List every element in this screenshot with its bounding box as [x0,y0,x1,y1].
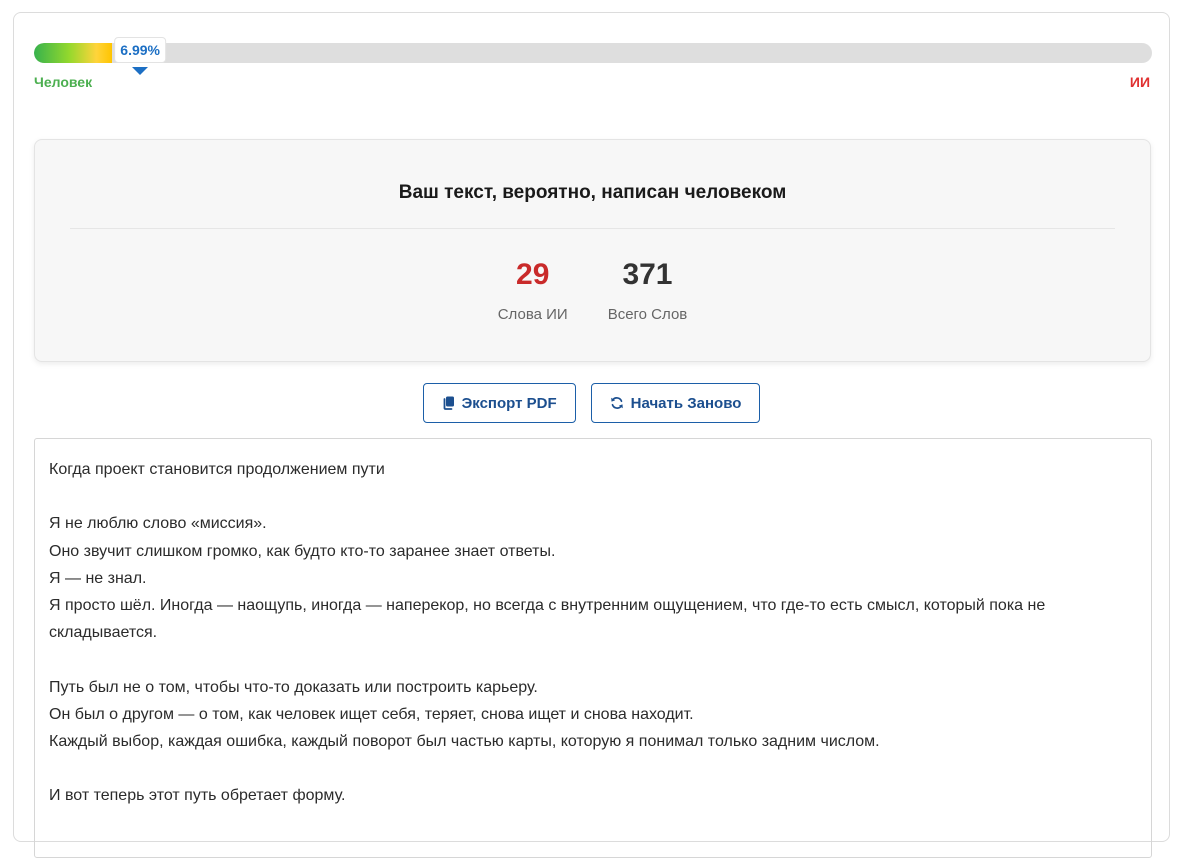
stat-total-words: 371 Всего Слов [608,256,688,323]
text-line: Путь был не о том, чтобы что-то доказать… [49,678,538,696]
result-panel: 6.99% Человек ИИ Ваш текст, вероятно, на… [13,12,1170,858]
action-buttons: Экспорт PDF Начать Заново [14,383,1169,423]
meter-percent-badge: 6.99% [114,37,166,63]
text-blank-line [49,755,1137,782]
stats-row: 29 Слова ИИ 371 Всего Слов [35,256,1150,323]
restart-label: Начать Заново [630,394,742,412]
export-pdf-label: Экспорт PDF [461,394,557,412]
meter-fill [34,43,113,63]
ai-words-label: Слова ИИ [497,306,568,323]
analyzed-text: Когда проект становится продолжением пут… [34,438,1152,858]
text-line: Я не люблю слово «миссия». [49,515,267,533]
text-line: И вот теперь этот путь обретает форму. [49,787,346,805]
ai-words-count: 29 [516,258,550,291]
copy-icon [442,396,455,410]
text-line: Когда проект становится продолжением пут… [49,461,385,478]
total-words-label: Всего Слов [607,306,688,323]
text-line: Каждый выбор, каждая ошибка, каждый пово… [49,733,880,750]
export-pdf-button[interactable]: Экспорт PDF [422,383,576,423]
meter-human-label: Человек [34,74,93,90]
text-line: Я — не знал. [49,569,147,587]
result-title: Ваш текст, вероятно, написан человеком [398,182,787,203]
stat-ai-words: 29 Слова ИИ [498,256,568,323]
refresh-icon [610,396,624,410]
ai-probability-meter: 6.99% [34,37,1152,75]
result-summary-card: Ваш текст, вероятно, написан человеком 2… [34,139,1151,362]
text-line: Оно звучит слишком громко, как будто кто… [49,542,556,560]
meter-ai-label: ИИ [1129,74,1150,90]
text-blank-line [49,646,1137,673]
meter-track [34,43,1152,63]
result-divider [70,228,1115,229]
total-words-count: 371 [622,258,673,291]
text-line: Он был о другом — о том, как человек ище… [49,705,694,723]
restart-button[interactable]: Начать Заново [590,383,761,423]
text-line: Я просто шёл. Иногда — наощупь, иногда —… [49,597,1046,642]
text-blank-line [49,483,1137,510]
meter-pointer [132,67,149,75]
